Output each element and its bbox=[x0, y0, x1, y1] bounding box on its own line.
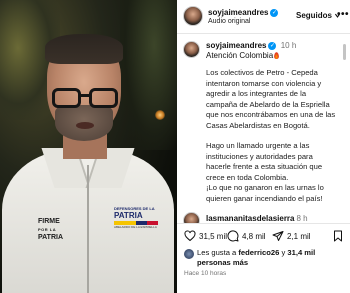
caption-author-avatar[interactable] bbox=[183, 41, 200, 58]
scrollbar[interactable] bbox=[343, 44, 346, 60]
comment-time: 8 h bbox=[296, 214, 308, 223]
author-username[interactable]: soyjaimeandres ✓ bbox=[208, 8, 279, 17]
liker-avatar[interactable] bbox=[184, 249, 194, 259]
comment-button[interactable]: 4,8 mil bbox=[227, 230, 266, 242]
speaker-glasses bbox=[50, 88, 120, 110]
share-button[interactable]: 2,1 mil bbox=[272, 230, 311, 242]
verified-badge-icon: ✓ bbox=[268, 41, 277, 50]
caption-paragraph: ¡Lo que no ganaron en las urnas lo quier… bbox=[206, 183, 324, 203]
author-avatar[interactable] bbox=[183, 6, 203, 26]
street-lamp bbox=[155, 110, 165, 120]
caption-username[interactable]: soyjaimeandres bbox=[206, 41, 266, 50]
caption-paragraph: Hago un llamado urgente a las institucio… bbox=[206, 141, 323, 182]
comment-header: lasmananitasdelasierra 8 h bbox=[206, 214, 308, 223]
background-tree bbox=[120, 0, 177, 150]
jacket-patch-right: DEFENSORES DE LA PATRIA ABELARDO DE LA E… bbox=[114, 206, 158, 229]
comment-count: 4,8 mil bbox=[242, 231, 266, 241]
post-panel: soyjaimeandres ✓ Audio original Seguidos … bbox=[177, 0, 350, 293]
liked-by-text[interactable]: Les gusta a federrico26 y 31,4 mil perso… bbox=[197, 248, 345, 267]
liker-username[interactable]: federrico26 bbox=[238, 248, 279, 257]
verified-badge-icon: ✓ bbox=[270, 8, 279, 17]
speaker-mouth bbox=[76, 122, 94, 129]
post-header: soyjaimeandres ✓ Audio original Seguidos … bbox=[177, 0, 350, 34]
bookmark-icon bbox=[334, 230, 342, 242]
fire-emoji-icon bbox=[274, 52, 280, 60]
comment-icon bbox=[227, 230, 239, 242]
heart-icon bbox=[184, 230, 196, 242]
instagram-post-modal: FIRME POR LA PATRIA DEFENSORES DE LA PAT… bbox=[0, 0, 350, 293]
action-bar: 31,5 mil 4,8 mil 2,1 mil Les gusta a fed… bbox=[177, 223, 350, 293]
video-player[interactable]: FIRME POR LA PATRIA DEFENSORES DE LA PAT… bbox=[0, 0, 177, 293]
audio-label[interactable]: Audio original bbox=[208, 18, 250, 25]
commenter-username[interactable]: lasmananitasdelasierra bbox=[206, 214, 295, 223]
share-count: 2,1 mil bbox=[287, 231, 311, 241]
caption-header: soyjaimeandres ✓ 10 h bbox=[206, 41, 296, 50]
save-button[interactable] bbox=[332, 230, 344, 242]
caption-title: Atención Colombia bbox=[206, 51, 280, 60]
like-button[interactable]: 31,5 mil bbox=[184, 230, 227, 242]
more-options-button[interactable]: ••• bbox=[337, 9, 349, 20]
speaker-hair bbox=[45, 34, 123, 64]
jacket-patch-left: FIRME POR LA PATRIA bbox=[38, 218, 64, 241]
post-timestamp: Hace 10 horas bbox=[184, 270, 227, 277]
jacket-zipper bbox=[87, 165, 89, 293]
caption-time[interactable]: 10 h bbox=[281, 41, 297, 50]
like-count: 31,5 mil bbox=[199, 231, 228, 241]
send-icon bbox=[272, 231, 284, 241]
caption-paragraph: Los colectivos de Petro - Cepeda intenta… bbox=[206, 68, 336, 130]
following-button[interactable]: Seguidos bbox=[296, 11, 341, 20]
